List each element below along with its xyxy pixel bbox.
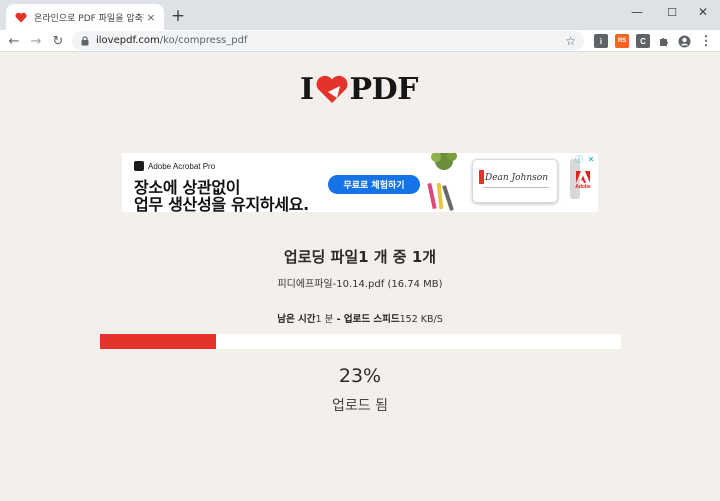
upload-speed-value: 152 KB/S xyxy=(399,314,443,325)
maximize-button[interactable]: ☐ xyxy=(655,0,689,24)
logo-heart-icon xyxy=(316,75,348,103)
tab-close-icon[interactable]: × xyxy=(144,10,158,24)
lock-icon xyxy=(80,35,90,46)
logo-letter-i: I xyxy=(300,71,314,107)
ilovepdf-favicon-icon xyxy=(14,10,28,24)
logo-text-pdf: PDF xyxy=(349,71,419,107)
ad-close-icon[interactable]: ✕ xyxy=(586,154,596,164)
tab-strip: 온라인으로 PDF 파일을 압축하기 × + — ☐ ✕ xyxy=(0,0,720,30)
ad-free-trial-button[interactable]: 무료로 체험하기 xyxy=(328,175,420,194)
minimize-button[interactable]: — xyxy=(620,0,654,24)
adobe-logo-icon xyxy=(576,171,590,183)
reload-button[interactable]: ↻ xyxy=(48,31,68,51)
address-bar[interactable]: ilovepdf.com/ko/compress_pdf ☆ xyxy=(72,31,584,50)
adobe-label: Adobe xyxy=(575,184,591,190)
ad-signature-card: Dean Johnson xyxy=(472,159,558,203)
bookmark-star-icon[interactable]: ☆ xyxy=(565,34,576,48)
tab-title: 온라인으로 PDF 파일을 압축하기 xyxy=(34,13,144,24)
profile-avatar-icon[interactable] xyxy=(677,34,691,48)
forward-button[interactable]: → xyxy=(26,31,46,51)
upload-file-name: 피디에프파일-10.14.pdf (16.74 MB) xyxy=(277,279,443,290)
upload-progress-bar xyxy=(100,334,621,349)
upload-progress-fill xyxy=(100,334,216,349)
remaining-time-label: 남은 시간 xyxy=(277,314,316,325)
speed-separator: - xyxy=(333,314,344,325)
ad-choices: ⓘ ✕ xyxy=(574,154,596,164)
page-content: I PDF Adobe Acrobat Pro 장소에 상관없이 업무 생산성을… xyxy=(0,52,720,501)
ad-adobe-logo: Adobe xyxy=(572,171,594,190)
browser-tab[interactable]: 온라인으로 PDF 파일을 압축하기 × xyxy=(6,4,164,30)
chrome-menu-icon[interactable]: ⋮ xyxy=(699,33,713,48)
upload-percent: 23% xyxy=(338,365,382,387)
ad-card-marker xyxy=(479,170,484,184)
extensions-puzzle-icon[interactable] xyxy=(657,34,671,48)
ext-rss-icon[interactable]: RS xyxy=(615,34,629,48)
browser-toolbar: ← → ↻ ilovepdf.com/ko/compress_pdf ☆ i R… xyxy=(0,30,720,52)
url-path: /ko/compress_pdf xyxy=(159,35,248,46)
url-host: ilovepdf.com xyxy=(96,35,160,46)
ad-brand-text: Adobe Acrobat Pro xyxy=(148,161,216,171)
remaining-time-value: 1 분 xyxy=(315,314,334,325)
ext-i-icon[interactable]: i xyxy=(594,34,608,48)
upload-speed-info: 남은 시간1 분 - 업로드 스피드152 KB/S xyxy=(0,311,720,325)
upload-status-text: 업로드 됨 xyxy=(332,398,388,414)
acrobat-logo-icon xyxy=(134,161,144,171)
url-text: ilovepdf.com/ko/compress_pdf xyxy=(96,35,565,46)
upload-status-title: 업로딩 파일1 개 중 1개 xyxy=(283,248,437,266)
ad-headline-line2: 업무 생산성을 유지하세요. xyxy=(134,195,309,212)
upload-speed-label: 업로드 스피드 xyxy=(343,314,400,325)
new-tab-button[interactable]: + xyxy=(168,6,188,26)
window-close-button[interactable]: ✕ xyxy=(686,0,720,24)
ad-signature-line xyxy=(483,187,549,188)
ilovepdf-logo[interactable]: I PDF xyxy=(300,71,419,107)
back-button[interactable]: ← xyxy=(4,31,24,51)
ad-brand: Adobe Acrobat Pro xyxy=(134,161,215,171)
adobe-acrobat-ad-banner[interactable]: Adobe Acrobat Pro 장소에 상관없이 업무 생산성을 유지하세요… xyxy=(122,153,598,212)
ext-c-icon[interactable]: C xyxy=(636,34,650,48)
ad-signature: Dean Johnson xyxy=(485,173,549,183)
ad-info-icon[interactable]: ⓘ xyxy=(574,154,584,164)
